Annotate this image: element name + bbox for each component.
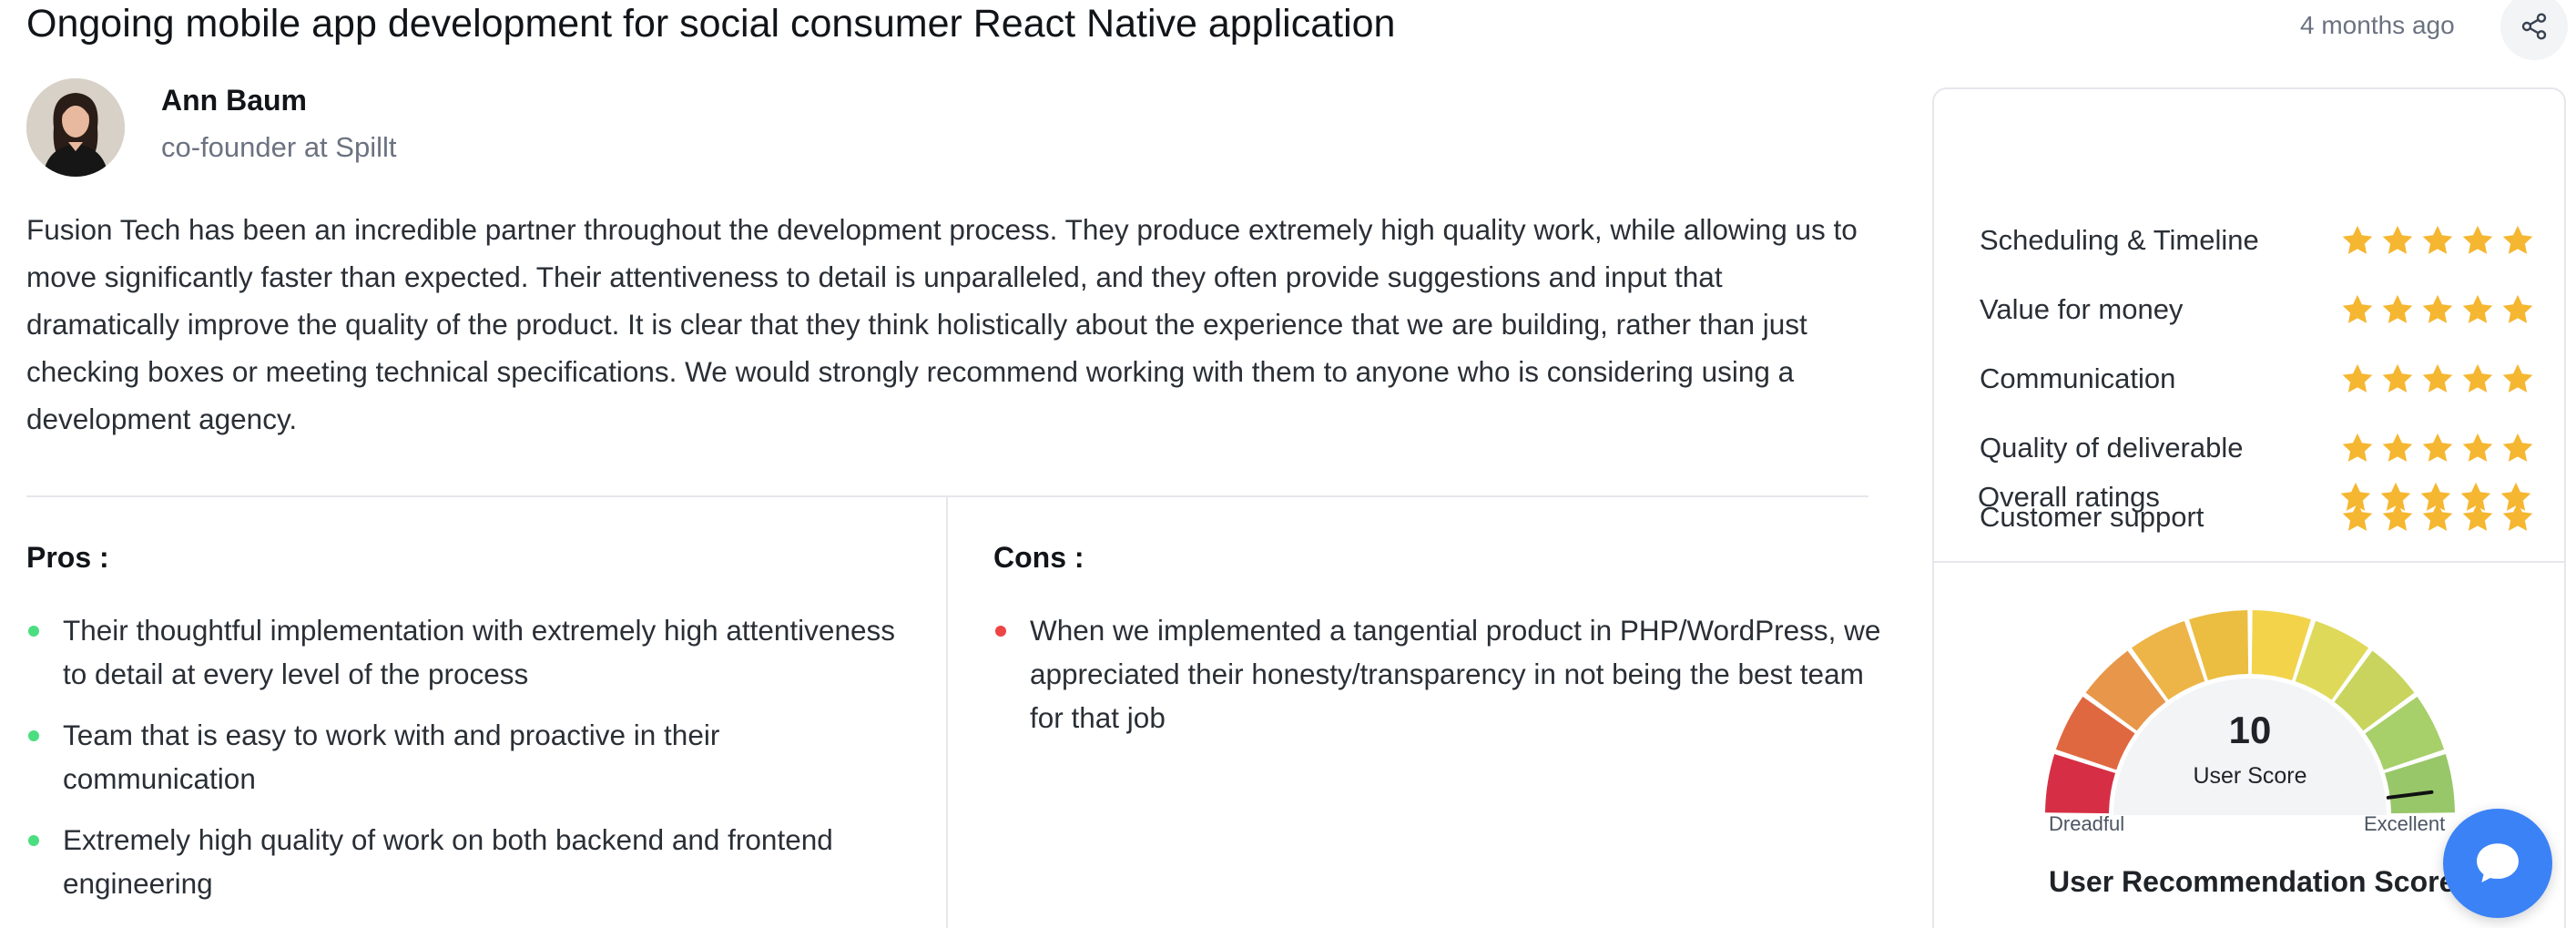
review-title: Ongoing mobile app development for socia… <box>26 2 1396 46</box>
pros-list: Their thoughtful implementation with ext… <box>26 608 919 923</box>
card-divider <box>1934 561 2564 563</box>
cons-item: When we implemented a tangential product… <box>993 608 1886 739</box>
share-icon <box>2521 13 2547 40</box>
chat-bubble-icon <box>2477 843 2519 883</box>
star-icon <box>2502 225 2533 254</box>
rating-label: Communication <box>1980 362 2176 394</box>
pros-item: Their thoughtful implementation with ext… <box>26 608 919 696</box>
star-icon <box>2462 433 2493 462</box>
pros-bullet-dot <box>28 835 39 846</box>
star-rating <box>2340 292 2535 327</box>
star-rating <box>2340 431 2535 465</box>
cons-heading: Cons : <box>993 541 1084 574</box>
cons-list: When we implemented a tangential product… <box>993 608 1886 757</box>
star-icon <box>2422 294 2453 323</box>
gauge-score-value: 10 <box>2228 709 2272 751</box>
star-icon <box>2342 363 2373 393</box>
chat-button[interactable] <box>2443 809 2552 918</box>
star-icon <box>2422 433 2453 462</box>
pros-item: Team that is easy to work with and proac… <box>26 713 919 801</box>
share-button[interactable] <box>2500 0 2568 60</box>
star-icon <box>2382 433 2413 462</box>
cons-bullet-dot <box>995 626 1006 637</box>
star-rating <box>2340 223 2535 258</box>
star-icon <box>2502 363 2533 393</box>
pros-item: Extremely high quality of work on both b… <box>26 818 919 905</box>
star-icon <box>2420 482 2451 511</box>
rating-row-value: Value for money <box>1980 282 2535 337</box>
star-icon <box>2500 482 2531 511</box>
star-icon <box>2462 225 2493 254</box>
star-icon <box>2422 363 2453 393</box>
rating-row-overall: Overall ratings <box>1978 470 2533 525</box>
star-icon <box>2462 294 2493 323</box>
star-icon <box>2380 482 2411 511</box>
reviewer-avatar <box>26 78 125 177</box>
rating-label: Quality of deliverable <box>1980 432 2244 464</box>
star-icon <box>2340 482 2371 511</box>
gauge-max-label: Excellent <box>2364 812 2446 835</box>
star-rating <box>2338 480 2533 515</box>
star-icon <box>2502 294 2533 323</box>
star-icon <box>2422 225 2453 254</box>
recommendation-score-title: User Recommendation Score <box>2049 865 2456 898</box>
pros-cons-divider <box>946 497 948 928</box>
pros-bullet-dot <box>28 730 39 741</box>
rating-label: Value for money <box>1980 293 2184 325</box>
reviewer-name: Ann Baum <box>161 84 307 117</box>
pros-bullet-dot <box>28 626 39 637</box>
rating-row-quality: Quality of deliverable <box>1980 421 2535 475</box>
rating-label: Scheduling & Timeline <box>1980 224 2259 256</box>
star-icon <box>2342 294 2373 323</box>
star-icon <box>2382 225 2413 254</box>
gauge-min-label: Dreadful <box>2049 812 2125 835</box>
reviewer-role: co-founder at Spillt <box>161 131 397 163</box>
rating-row-communication: Communication <box>1980 352 2535 406</box>
star-icon <box>2382 294 2413 323</box>
review-timestamp: 4 months ago <box>2300 11 2455 39</box>
star-icon <box>2462 363 2493 393</box>
star-rating <box>2340 362 2535 396</box>
star-icon <box>2382 363 2413 393</box>
rating-label: Overall ratings <box>1978 481 2160 513</box>
review-body: Fusion Tech has been an incredible partn… <box>26 213 1858 435</box>
pros-heading: Pros : <box>26 541 109 574</box>
star-icon <box>2460 482 2491 511</box>
gauge-score-label: User Score <box>2193 763 2307 789</box>
rating-row-scheduling: Scheduling & Timeline <box>1980 213 2535 268</box>
star-icon <box>2502 433 2533 462</box>
star-icon <box>2342 433 2373 462</box>
review-page: Ongoing mobile app development for socia… <box>0 0 2576 928</box>
star-icon <box>2342 225 2373 254</box>
